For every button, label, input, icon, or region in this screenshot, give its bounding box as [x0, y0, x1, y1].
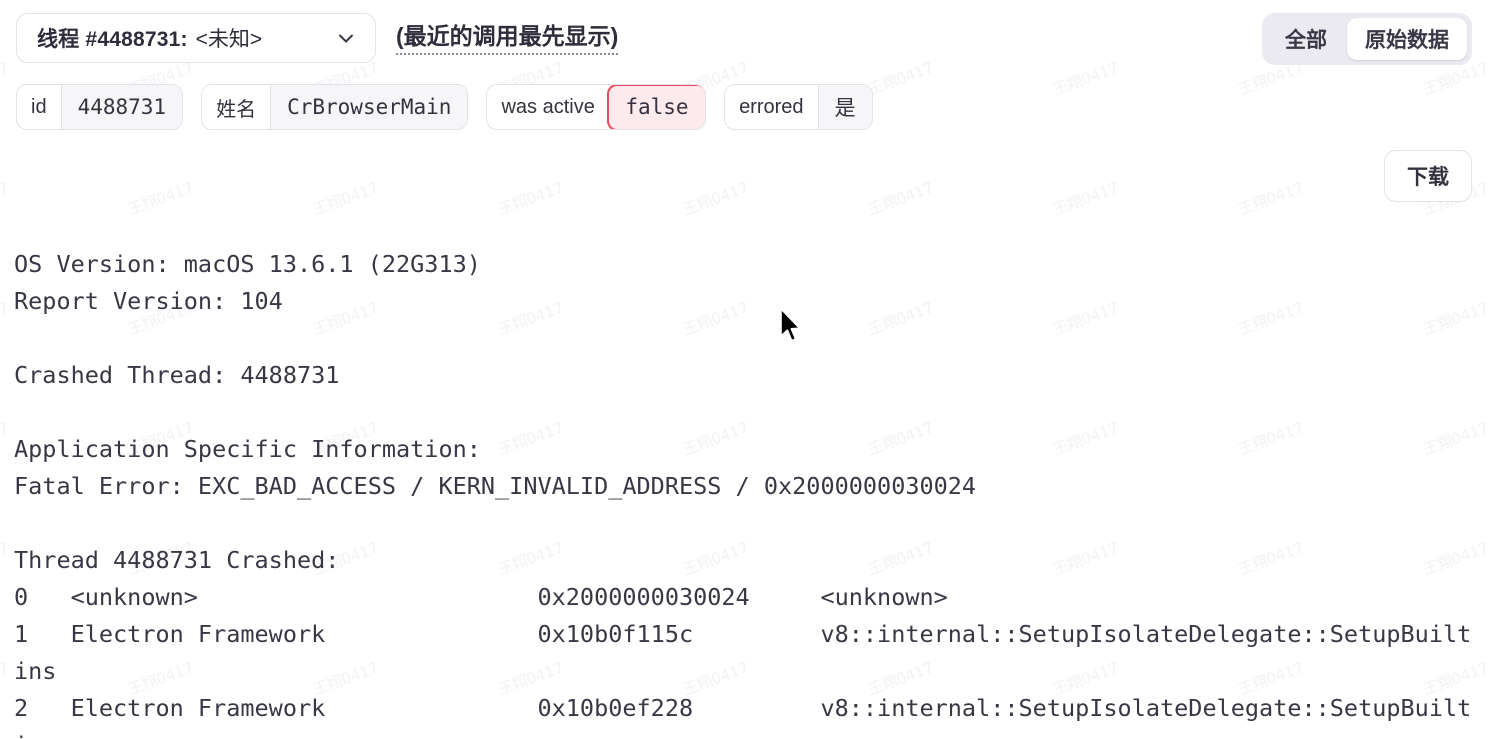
- meta-badge-name: 姓名 CrBrowserMain: [201, 84, 469, 130]
- view-mode-raw[interactable]: 原始数据: [1347, 18, 1467, 60]
- meta-badge-value: 是: [817, 85, 872, 129]
- thread-selector-value: <未知>: [195, 28, 263, 51]
- download-button[interactable]: 下载: [1384, 150, 1472, 202]
- view-mode-all[interactable]: 全部: [1267, 18, 1345, 60]
- thread-selector-dropdown[interactable]: 线程 #4488731: <未知>: [16, 13, 376, 63]
- thread-meta-row: id 4488731 姓名 CrBrowserMain was active f…: [16, 84, 873, 130]
- meta-badge-key: was active: [487, 85, 609, 129]
- meta-badge-key: errored: [725, 85, 818, 129]
- toolbar: 线程 #4488731: <未知> (最近的调用最先显示) 全部 原始数据: [0, 0, 1506, 76]
- crash-report-viewer: 线程 #4488731: <未知> (最近的调用最先显示) 全部 原始数据 id…: [0, 0, 1506, 739]
- meta-badge-key: id: [17, 85, 61, 129]
- view-mode-segmented-control[interactable]: 全部 原始数据: [1262, 13, 1472, 65]
- meta-badge-id: id 4488731: [16, 84, 184, 130]
- recent-calls-first-hint: (最近的调用最先显示): [396, 21, 619, 55]
- meta-badge-value: CrBrowserMain: [270, 85, 468, 129]
- meta-badge-key: 姓名: [202, 85, 271, 129]
- meta-badge-value: 4488731: [60, 85, 183, 129]
- meta-badge-was-active: was active false: [486, 84, 707, 130]
- thread-selector-label: 线程 #4488731:: [37, 28, 188, 51]
- chevron-down-icon: [335, 27, 357, 49]
- meta-badge-errored: errored 是: [724, 84, 873, 130]
- meta-badge-value: false: [607, 85, 706, 129]
- crash-log-text: OS Version: macOS 13.6.1 (22G313) Report…: [14, 249, 1472, 739]
